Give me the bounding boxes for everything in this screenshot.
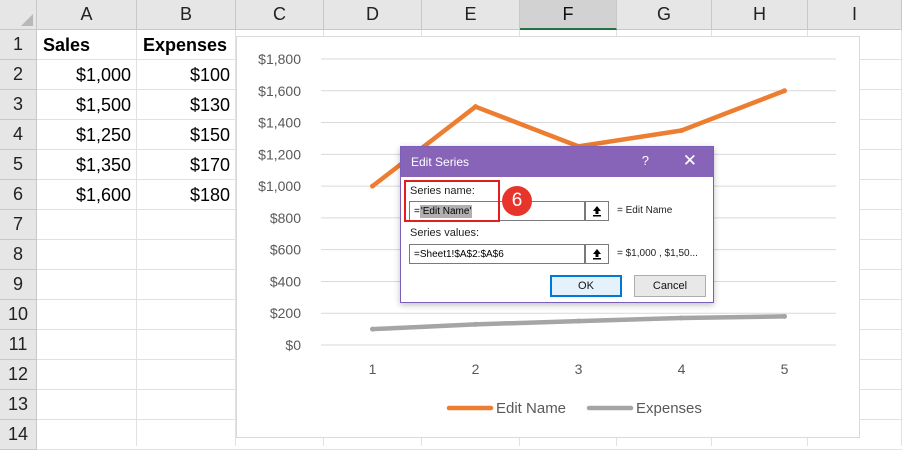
y-tick-label: $800: [270, 210, 301, 226]
row-header-2[interactable]: 2: [0, 60, 37, 90]
series-name-preview: = Edit Name: [617, 205, 673, 216]
ok-button[interactable]: OK: [550, 275, 622, 297]
column-header-f[interactable]: F: [520, 0, 617, 30]
column-header-c[interactable]: C: [236, 0, 324, 30]
y-tick-label: $1,200: [258, 146, 301, 162]
column-header-b[interactable]: B: [137, 0, 236, 30]
collapse-dialog-icon: [593, 206, 601, 217]
x-tick-label: 5: [781, 361, 789, 377]
cell-b5[interactable]: $170: [137, 150, 236, 180]
y-tick-label: $600: [270, 242, 301, 258]
y-tick-label: $0: [285, 337, 301, 353]
y-tick-label: $1,400: [258, 115, 301, 131]
collapse-dialog-icon: [593, 249, 601, 260]
row-header-5[interactable]: 5: [0, 150, 37, 180]
cell-a5[interactable]: $1,350: [37, 150, 137, 180]
x-tick-label: 2: [472, 361, 480, 377]
column-header-i[interactable]: I: [808, 0, 902, 30]
dialog-title-bar[interactable]: Edit Series: [401, 147, 713, 177]
row-header-11[interactable]: 11: [0, 330, 37, 360]
cell-a1-header[interactable]: Sales: [37, 30, 137, 60]
cell-b4[interactable]: $150: [137, 120, 236, 150]
row-header-8[interactable]: 8: [0, 240, 37, 270]
row-header-12[interactable]: 12: [0, 360, 37, 390]
data-point: [679, 315, 684, 321]
data-point: [473, 321, 478, 327]
cell-b6[interactable]: $180: [137, 180, 236, 210]
data-point: [782, 88, 787, 94]
y-tick-label: $1,600: [258, 83, 301, 99]
cell-b1-header[interactable]: Expenses: [137, 30, 236, 60]
column-header-e[interactable]: E: [422, 0, 520, 30]
y-tick-label: $200: [270, 305, 301, 321]
legend-entry: Expenses: [636, 400, 702, 417]
row-header-1[interactable]: 1: [0, 30, 37, 60]
cell-a3[interactable]: $1,500: [37, 90, 137, 120]
row-header-3[interactable]: 3: [0, 90, 37, 120]
data-point: [370, 326, 375, 332]
help-icon[interactable]: ?: [642, 153, 649, 168]
x-tick-label: 1: [369, 361, 377, 377]
row-header-6[interactable]: 6: [0, 180, 37, 210]
annotation-highlight-box: [404, 180, 500, 222]
select-all-corner[interactable]: [0, 0, 37, 30]
cell-a4[interactable]: $1,250: [37, 120, 137, 150]
cancel-button[interactable]: Cancel: [634, 275, 706, 297]
column-header-h[interactable]: H: [712, 0, 808, 30]
close-icon[interactable]: ✕: [683, 151, 697, 171]
row-header-13[interactable]: 13: [0, 390, 37, 420]
legend-entry: Edit Name: [496, 400, 566, 417]
y-tick-label: $400: [270, 273, 301, 289]
x-tick-label: 3: [575, 361, 583, 377]
data-point: [473, 104, 478, 110]
data-point: [782, 313, 787, 319]
series-values-text: =Sheet1!$A$2:$A$6: [414, 248, 504, 260]
row-header-7[interactable]: 7: [0, 210, 37, 240]
row-header-9[interactable]: 9: [0, 270, 37, 300]
y-tick-label: $1,800: [258, 51, 301, 67]
y-tick-label: $1,000: [258, 178, 301, 194]
dialog-title: Edit Series: [411, 155, 470, 169]
series-name-collapse-button[interactable]: [585, 201, 609, 221]
series-values-collapse-button[interactable]: [585, 244, 609, 264]
data-point: [679, 128, 684, 133]
step-badge: 6: [502, 186, 532, 216]
column-header-a[interactable]: A: [37, 0, 137, 30]
column-header-d[interactable]: D: [324, 0, 422, 30]
cell-b2[interactable]: $100: [137, 60, 236, 90]
cell-a2[interactable]: $1,000: [37, 60, 137, 90]
row-header-4[interactable]: 4: [0, 120, 37, 150]
column-header-g[interactable]: G: [617, 0, 712, 30]
series-values-label: Series values:: [410, 227, 480, 239]
cell-b3[interactable]: $130: [137, 90, 236, 120]
series-values-preview: = $1,000 , $1,50...: [617, 248, 698, 259]
data-point: [576, 318, 581, 324]
edit-series-dialog: Edit Series ? ✕ Series name: = 'Edit Name…: [400, 146, 714, 303]
cell-a6[interactable]: $1,600: [37, 180, 137, 210]
row-header-10[interactable]: 10: [0, 300, 37, 330]
series-values-input[interactable]: =Sheet1!$A$2:$A$6: [409, 244, 585, 264]
x-tick-label: 4: [678, 361, 686, 377]
select-all-triangle-icon: [21, 14, 33, 26]
data-point: [370, 183, 375, 189]
